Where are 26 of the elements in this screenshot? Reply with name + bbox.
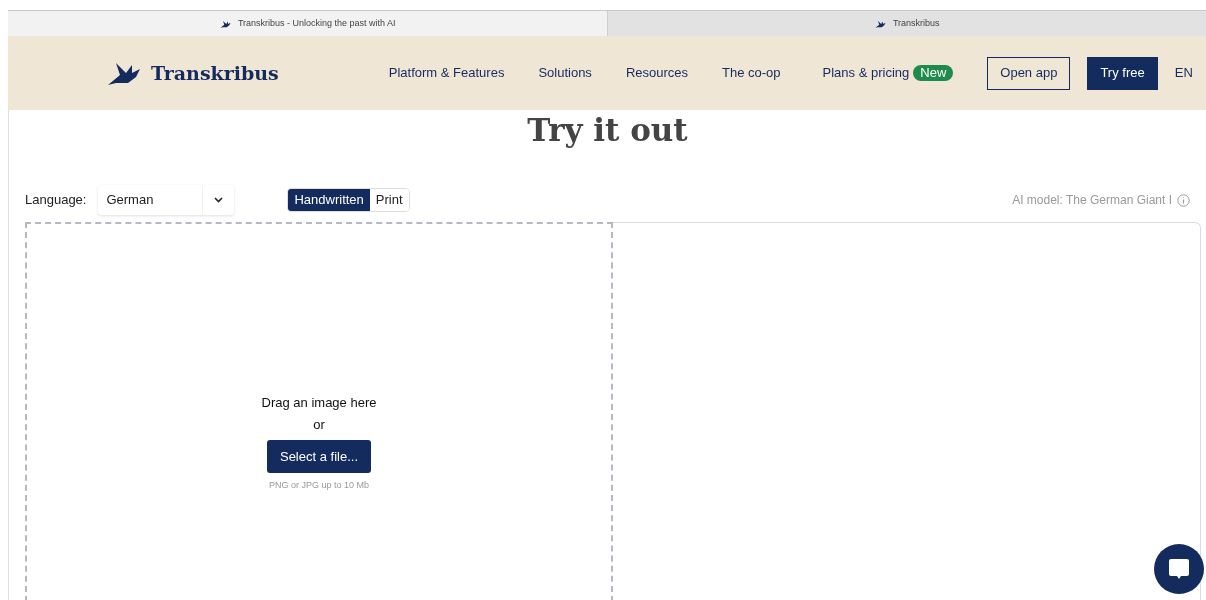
- chevron-down-icon: [214, 197, 224, 203]
- nav-link[interactable]: Plans & pricing: [822, 63, 910, 83]
- drop-prompt: Drag an image here: [261, 394, 377, 413]
- language-select[interactable]: German: [98, 185, 235, 215]
- language-label: Language:: [25, 191, 87, 210]
- browser-tab[interactable]: Transkribus - Unlocking the past with AI: [8, 11, 608, 36]
- file-hint: PNG or JPG up to 10 Mb: [268, 479, 369, 493]
- new-badge: New: [913, 65, 954, 81]
- page-title: Try it out: [527, 112, 688, 148]
- nav-link[interactable]: The co-op: [722, 63, 781, 83]
- drop-zone[interactable]: Drag an image here or Select a file... PNG or JPG up to 10 Mb: [25, 222, 613, 600]
- logo[interactable]: Transkribus: [103, 57, 279, 89]
- bird-icon: [873, 18, 887, 29]
- ai-model-label: AI model: The German Giant I: [1012, 192, 1172, 209]
- info-icon: [1177, 193, 1190, 207]
- select-file-button[interactable]: Select a file...: [266, 440, 371, 474]
- or-text: or: [313, 415, 325, 434]
- nav-link[interactable]: Platform & Features: [388, 63, 505, 83]
- mode-option[interactable]: Handwritten: [288, 189, 370, 211]
- language-link[interactable]: EN: [1174, 63, 1193, 83]
- nav-link[interactable]: Resources: [625, 63, 688, 83]
- nav-link[interactable]: Solutions: [538, 63, 592, 83]
- try-free-button[interactable]: Try free: [1087, 56, 1158, 90]
- chat-button[interactable]: [1154, 544, 1204, 594]
- bird-icon: [218, 18, 232, 29]
- open-app-button[interactable]: Open app: [987, 56, 1071, 90]
